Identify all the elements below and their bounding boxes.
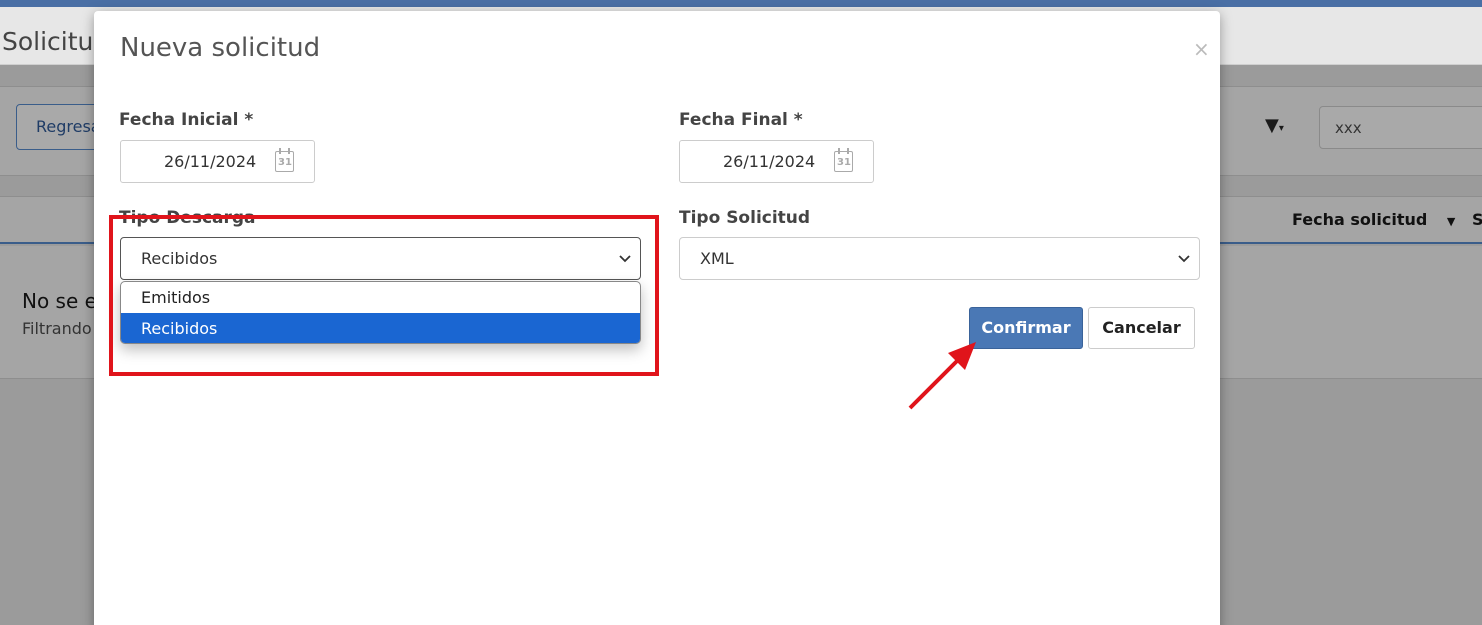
- chevron-down-icon: [1178, 255, 1190, 263]
- fecha-final-label: Fecha Final *: [679, 110, 803, 130]
- confirm-button[interactable]: Confirmar: [969, 307, 1083, 349]
- calendar-icon[interactable]: 31: [834, 148, 853, 172]
- column-header-next[interactable]: S: [1472, 210, 1482, 229]
- empty-state-title: No se e: [22, 289, 97, 313]
- tipo-solicitud-label: Tipo Solicitud: [679, 208, 811, 228]
- empty-state-subtitle: Filtrando: [22, 319, 92, 338]
- annotation-highlight-box: [109, 215, 659, 376]
- cancel-button[interactable]: Cancelar: [1088, 307, 1195, 349]
- calendar-icon[interactable]: 31: [275, 148, 294, 172]
- column-header-fecha-solicitud[interactable]: Fecha solicitud ▼: [1292, 210, 1455, 229]
- fecha-final-input[interactable]: 26/11/2024 31: [679, 140, 874, 183]
- fecha-inicial-label: Fecha Inicial *: [119, 110, 254, 130]
- filter-icon[interactable]: ▼▾: [1265, 115, 1284, 136]
- search-input[interactable]: xxx: [1319, 106, 1482, 149]
- modal-title: Nueva solicitud: [120, 33, 321, 63]
- sort-down-icon: ▼: [1446, 215, 1456, 228]
- close-icon[interactable]: ×: [1193, 37, 1210, 61]
- top-accent-bar: [0, 0, 1482, 7]
- page-title: Solicitu: [2, 27, 94, 56]
- fecha-final-value: 26/11/2024: [723, 152, 816, 171]
- column-header-label: Fecha solicitud: [1292, 210, 1428, 229]
- fecha-inicial-value: 26/11/2024: [164, 152, 257, 171]
- tipo-solicitud-value: XML: [700, 249, 734, 268]
- fecha-inicial-input[interactable]: 26/11/2024 31: [120, 140, 315, 183]
- tipo-solicitud-select[interactable]: XML: [679, 237, 1200, 280]
